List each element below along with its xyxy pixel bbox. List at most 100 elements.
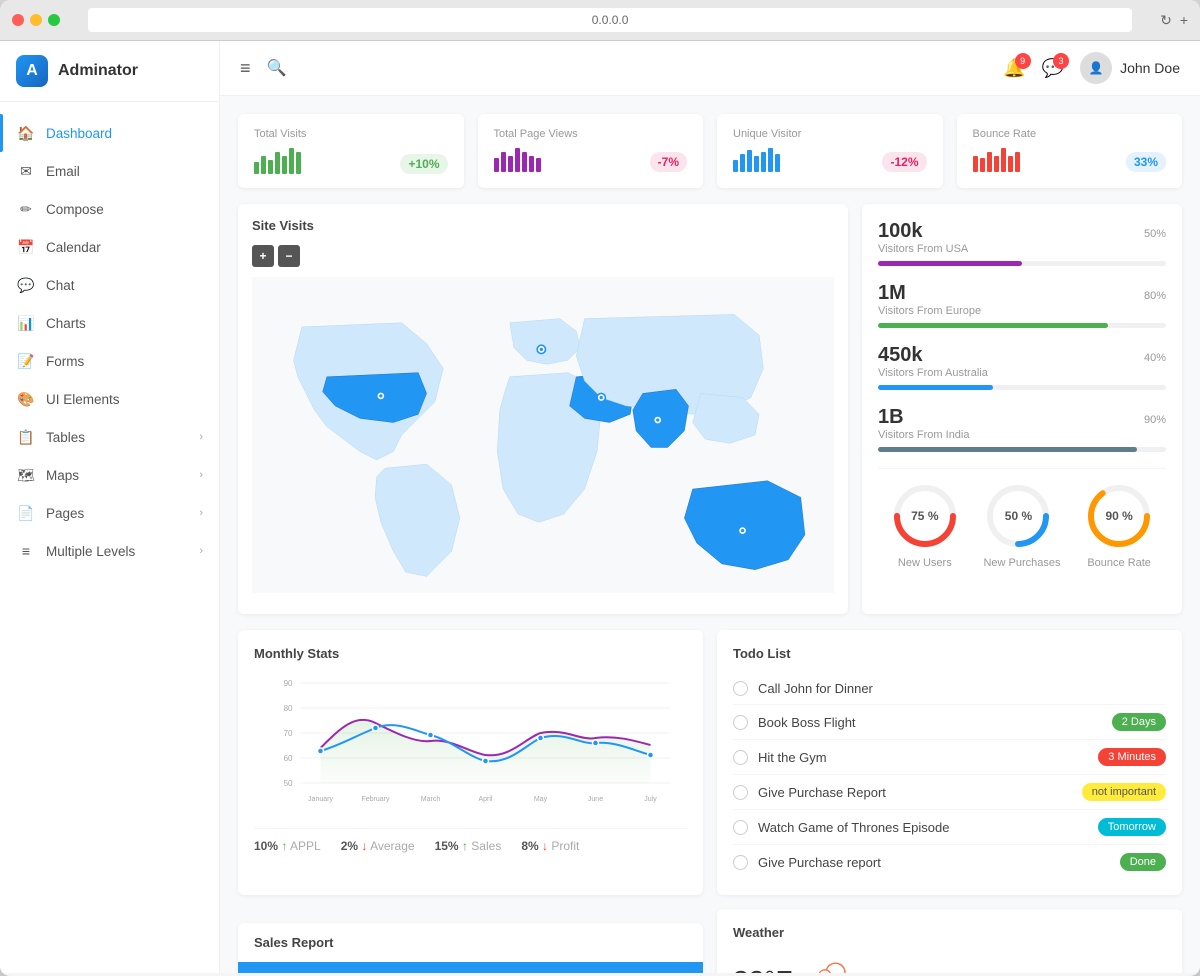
tables-arrow: › (199, 431, 203, 443)
world-map (252, 275, 834, 595)
hamburger-button[interactable]: ≡ (240, 58, 251, 79)
todo-checkbox[interactable] (733, 681, 748, 696)
sidebar-item-compose[interactable]: ✏ Compose (0, 190, 219, 228)
stat-badge: -12% (882, 152, 926, 172)
minimize-button[interactable] (30, 14, 42, 26)
sidebar-item-maps[interactable]: 🗺 Maps › (0, 456, 219, 494)
sidebar-item-forms[interactable]: 📝 Forms (0, 342, 219, 380)
svg-text:70: 70 (284, 729, 293, 738)
sidebar-item-label: Compose (46, 202, 104, 217)
sales-report-card: Sales Report November 2017 Sales Report … (238, 923, 703, 973)
expand-button[interactable]: + (1180, 12, 1188, 28)
svg-text:March: March (421, 796, 441, 803)
visitor-label: Visitors From India (878, 429, 1166, 441)
sidebar-item-tables[interactable]: 📋 Tables › (0, 418, 219, 456)
messages-button[interactable]: 💬 3 (1042, 58, 1064, 79)
sidebar-item-pages[interactable]: 📄 Pages › (0, 494, 219, 532)
sidebar-item-email[interactable]: ✉ Email (0, 152, 219, 190)
chart-stat-sales: 15% ↑ Sales (435, 839, 502, 853)
bar (980, 158, 985, 172)
bar (529, 156, 534, 172)
bar (775, 154, 780, 172)
search-button[interactable]: 🔍 (267, 58, 287, 78)
bar (501, 152, 506, 172)
stat-label: APPL (290, 839, 321, 853)
brand-logo: A (16, 55, 48, 87)
donut-row: 75 % New Users (878, 468, 1166, 569)
bar (747, 150, 752, 172)
avatar: 👤 (1080, 52, 1112, 84)
bar (973, 156, 978, 172)
weather-left: 32°F 🌧 Partly Clouds (733, 952, 854, 973)
sidebar-item-dashboard[interactable]: 🏠 Dashboard (0, 114, 219, 152)
monthly-stats-card: Monthly Stats 90 80 70 60 (238, 630, 703, 895)
visitor-label: Visitors From Europe (878, 305, 1166, 317)
header-right: 🔔 9 💬 3 👤 John Doe (1003, 52, 1180, 84)
stat-content: -12% (733, 148, 927, 172)
todo-tag: 3 Minutes (1098, 748, 1166, 766)
map-zoom-out[interactable]: − (278, 245, 300, 267)
sidebar-item-calendar[interactable]: 📅 Calendar (0, 228, 219, 266)
reload-button[interactable]: ↻ (1160, 12, 1172, 29)
bar (261, 156, 266, 174)
todo-checkbox[interactable] (733, 785, 748, 800)
stat-content: -7% (494, 148, 688, 172)
todo-item-call-john: Call John for Dinner (733, 673, 1166, 705)
sidebar: A Adminator 🏠 Dashboard ✉ Email ✏ Compos… (0, 41, 220, 973)
brand: A Adminator (0, 41, 219, 102)
bar (994, 156, 999, 172)
map-zoom-in[interactable]: + (252, 245, 274, 267)
sidebar-item-charts[interactable]: 📊 Charts (0, 304, 219, 342)
sidebar-item-label: Multiple Levels (46, 544, 135, 559)
url-bar[interactable]: 0.0.0.0 (88, 8, 1132, 32)
todo-checkbox[interactable] (733, 820, 748, 835)
bar (268, 160, 273, 174)
visitor-header: 450k 40% (878, 344, 1166, 367)
weather-card: Weather 32°F 🌧 Partly Clouds Monday (717, 909, 1182, 973)
visitor-bar (878, 385, 993, 390)
bar (1008, 156, 1013, 172)
donut-label: New Purchases (983, 557, 1060, 569)
sales-weather-row: Sales Report November 2017 Sales Report … (238, 909, 1182, 973)
donut-container: 90 % (1084, 481, 1154, 551)
user-name: John Doe (1120, 60, 1180, 76)
todo-checkbox[interactable] (733, 855, 748, 870)
sidebar-item-label: Charts (46, 316, 86, 331)
sidebar-item-label: Tables (46, 430, 85, 445)
stat-value: 2% (341, 839, 358, 853)
fullscreen-button[interactable] (48, 14, 60, 26)
todo-checkbox[interactable] (733, 715, 748, 730)
visitor-header: 100k 50% (878, 220, 1166, 243)
sidebar-item-multiple-levels[interactable]: ≡ Multiple Levels › (0, 532, 219, 570)
stat-title: Bounce Rate (973, 128, 1167, 140)
bar (740, 154, 745, 172)
content: Total Visits +10% (220, 96, 1200, 973)
stat-label: Sales (471, 839, 501, 853)
visitors-card: 100k 50% Visitors From USA 1M 80% (862, 204, 1182, 614)
multiple-levels-arrow: › (199, 545, 203, 557)
todo-text: Watch Game of Thrones Episode (758, 820, 949, 835)
stats-row: Total Visits +10% (238, 114, 1182, 188)
sidebar-item-label: Forms (46, 354, 84, 369)
chart-stat-appl: 10% ↑ APPL (254, 839, 321, 853)
sidebar-item-label: Calendar (46, 240, 101, 255)
mini-chart (494, 148, 541, 172)
svg-text:April: April (478, 796, 492, 803)
donut-pct: 90 % (1105, 509, 1132, 523)
sidebar-item-chat[interactable]: 💬 Chat (0, 266, 219, 304)
weather-temp: 32°F (733, 965, 792, 973)
close-button[interactable] (12, 14, 24, 26)
sidebar-item-ui-elements[interactable]: 🎨 UI Elements (0, 380, 219, 418)
todo-checkbox[interactable] (733, 750, 748, 765)
svg-text:February: February (361, 796, 390, 803)
brand-name: Adminator (58, 62, 138, 80)
bar (296, 152, 301, 174)
donut-label: New Users (890, 557, 960, 569)
notifications-button[interactable]: 🔔 9 (1003, 58, 1025, 79)
sales-header: November 2017 Sales Report $6,000 (238, 962, 703, 973)
svg-text:80: 80 (284, 704, 293, 713)
forms-icon: 📝 (16, 351, 36, 371)
todo-item-got: Watch Game of Thrones Episode Tomorrow (733, 810, 1166, 845)
sidebar-item-label: Chat (46, 278, 75, 293)
stat-unique-visitor: Unique Visitor -12% (717, 114, 943, 188)
